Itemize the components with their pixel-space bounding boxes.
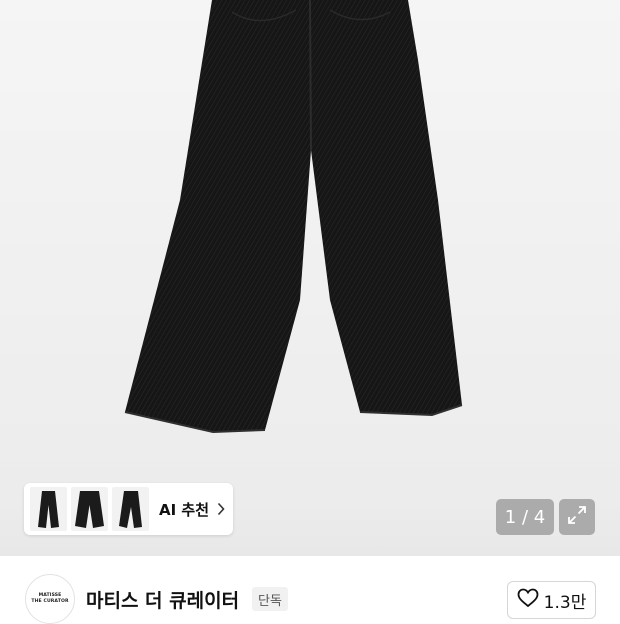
recommend-thumb-1[interactable]: [30, 487, 67, 531]
brand-like-button[interactable]: 1.3만: [507, 581, 596, 619]
recommend-thumb-3[interactable]: [112, 487, 149, 531]
product-image-gallery[interactable]: [0, 0, 620, 556]
ai-recommend-card[interactable]: AI 추천: [24, 483, 233, 535]
exclusive-badge: 단독: [252, 587, 288, 611]
expand-image-button[interactable]: [559, 499, 595, 535]
chevron-right-icon: [217, 502, 225, 516]
brand-name[interactable]: 마티스 더 큐레이터: [86, 586, 239, 613]
like-count: 1.3만: [543, 592, 587, 613]
product-image-black-denim-pants: [124, 0, 463, 434]
recommend-thumb-2[interactable]: [71, 487, 108, 531]
ai-recommend-label: AI 추천: [159, 500, 210, 519]
heart-outline-icon: [517, 588, 539, 612]
brand-logo-line-2: THE CURATOR: [31, 599, 69, 604]
brand-logo[interactable]: MATISSE THE CURATOR: [25, 574, 75, 624]
expand-icon: [566, 504, 588, 530]
image-page-counter: 1 / 4: [496, 499, 554, 535]
